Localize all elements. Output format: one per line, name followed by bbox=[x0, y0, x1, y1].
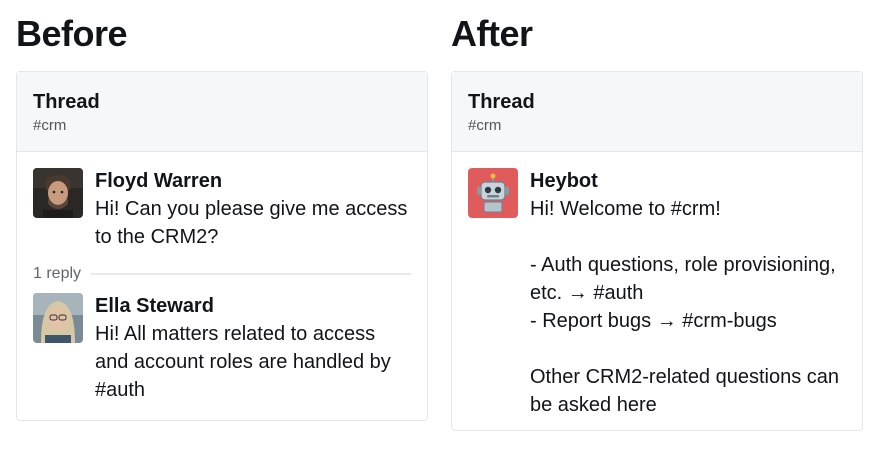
thread-title: Thread bbox=[33, 91, 100, 113]
channel-name[interactable]: #crm bbox=[33, 116, 411, 136]
message-text: Hi! Welcome to #crm! - Auth questions, r… bbox=[530, 198, 840, 416]
thread-header: Thread #crm bbox=[452, 72, 862, 152]
before-heading: Before bbox=[16, 13, 128, 54]
avatar-floyd-warren[interactable] bbox=[33, 168, 83, 218]
channel-name[interactable]: #crm bbox=[468, 116, 846, 136]
reply-text: Hi! All matters related to access and ac… bbox=[95, 323, 391, 401]
after-thread-panel: Thread #crm Heybot Hi! Welcome to #crm! … bbox=[451, 71, 863, 431]
message-text: Hi! Can you please give me access to the… bbox=[95, 198, 408, 248]
reply-count[interactable]: 1 reply bbox=[33, 265, 81, 283]
reply-divider: 1 reply bbox=[33, 265, 411, 283]
avatar-ella-steward[interactable] bbox=[33, 293, 83, 343]
avatar-heybot-robot-icon[interactable] bbox=[468, 168, 518, 218]
reply-message: Ella Steward Hi! All matters related to … bbox=[33, 293, 411, 404]
message: Floyd Warren Hi! Can you please give me … bbox=[33, 168, 411, 251]
message-author[interactable]: Heybot bbox=[530, 169, 846, 193]
reply-author[interactable]: Ella Steward bbox=[95, 294, 411, 318]
message: Heybot Hi! Welcome to #crm! - Auth quest… bbox=[468, 168, 846, 419]
thread-title: Thread bbox=[468, 91, 535, 113]
before-thread-panel: Thread #crm Floyd Warren Hi! Can you ple… bbox=[16, 71, 428, 421]
divider-line bbox=[91, 273, 411, 275]
message-author[interactable]: Floyd Warren bbox=[95, 169, 411, 193]
after-heading: After bbox=[451, 13, 533, 54]
thread-header: Thread #crm bbox=[17, 72, 427, 152]
